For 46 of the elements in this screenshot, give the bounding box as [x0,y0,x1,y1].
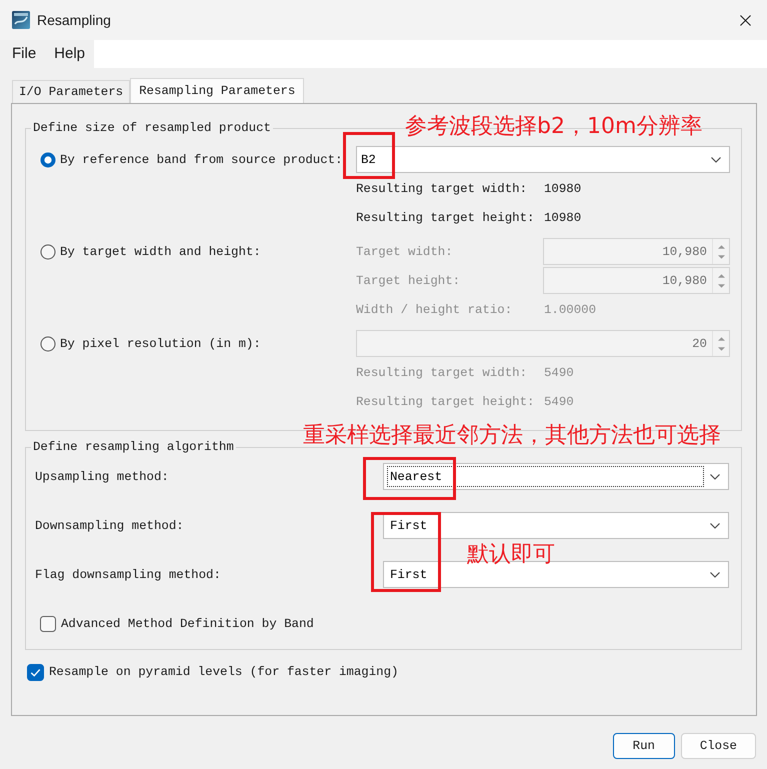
method-label: Flag downsampling method: [35,568,222,582]
info-value: 5490 [543,366,575,380]
tab[interactable]: I/O Parameters [12,80,130,103]
window-title: Resampling [37,12,111,28]
radio-button[interactable] [40,244,56,260]
close-icon[interactable] [740,14,751,26]
chevron-down-icon [710,474,720,480]
tab[interactable]: Resampling Parameters [130,78,304,103]
radio-label: By pixel resolution (in m): [60,336,261,350]
info-label: Resulting target width: [356,182,528,196]
dialog-button[interactable]: Run [612,733,675,759]
info-value: 5490 [543,394,575,408]
dropdown[interactable]: B2 [356,146,730,173]
info-value: 10980 [543,182,582,196]
info-label: Width / height ratio: [356,302,514,316]
radio-button[interactable] [40,152,56,168]
info-value: 1.00000 [543,302,598,316]
info-label: Resulting target height: [356,394,536,408]
checkbox-label: Resample on pyramid levels (for faster imaging) [49,665,398,679]
app-logo-icon [12,11,30,29]
radio-button[interactable] [40,336,56,352]
chevron-down-icon [710,572,720,578]
radio-label: By target width and height: [60,244,261,258]
group-title: Define size of resampled product [32,121,272,136]
field-label: Target height: [356,274,462,288]
annotation-note: 参考波段选择b2，10m分辨率 [405,114,702,140]
checkbox-label: Advanced Method Definition by Band [61,617,314,631]
field-label: Target width: [356,244,454,258]
dropdown[interactable]: First [383,512,729,539]
group-title: Define resampling algorithm [32,440,235,455]
menu-item[interactable]: Help [45,40,94,68]
checkbox[interactable] [27,664,44,680]
info-label: Resulting target width: [356,366,528,380]
chevron-down-icon [711,156,721,162]
info-value: 10980 [543,210,582,224]
dialog-button[interactable]: Close [680,733,756,759]
dropdown[interactable]: Nearest [383,463,729,490]
chevron-down-icon [710,522,720,528]
method-label: Upsampling method: [35,470,170,484]
annotation-note: 重采样选择最近邻方法，其他方法也可选择 [303,423,721,449]
highlight-frame [343,132,395,179]
checkbox[interactable] [40,616,56,632]
info-label: Resulting target height: [356,210,536,224]
menu-item[interactable]: File [3,40,46,68]
method-label: Downsampling method: [35,518,185,532]
radio-label: By reference band from source product: [60,152,343,166]
